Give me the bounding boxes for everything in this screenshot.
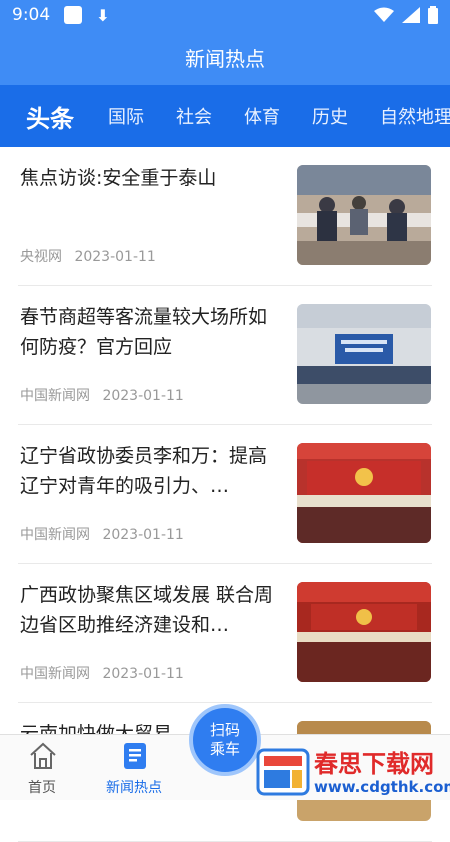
news-date: 2023-01-11 (74, 249, 156, 265)
news-item[interactable]: 辽宁省政协委员李和万：提高辽宁对青年的吸引力、… 中国新闻网 2023-01-1… (18, 425, 432, 564)
nav-news[interactable]: 新闻热点 (94, 735, 174, 801)
news-date: 2023-01-11 (102, 388, 184, 404)
news-thumbnail (297, 443, 431, 543)
watermark-logo-icon (256, 748, 310, 796)
tab-headlines[interactable]: 头条 (26, 99, 74, 134)
page-title: 新闻热点 (185, 47, 265, 71)
status-bar: 9:04 ⬇ (0, 0, 450, 30)
news-title: 广西政协聚焦区域发展 联合周边省区助推经济建设和… (20, 584, 274, 636)
tab-sports[interactable]: 体育 (244, 103, 280, 129)
news-date: 2023-01-11 (102, 666, 184, 682)
news-date: 2023-01-11 (102, 527, 184, 543)
news-meta: 中国新闻网 2023-01-11 (20, 385, 184, 405)
tab-geography[interactable]: 自然地理 (380, 103, 450, 129)
news-thumbnail (297, 165, 431, 265)
tab-international[interactable]: 国际 (108, 103, 144, 129)
scan-button-line1: 扫码 (209, 721, 240, 739)
news-title: 焦点访谈:安全重于泰山 (20, 167, 217, 189)
download-icon: ⬇ (96, 5, 110, 25)
news-source: 央视网 (20, 249, 62, 265)
tab-history[interactable]: 历史 (312, 103, 348, 129)
wifi-icon (374, 7, 394, 22)
watermark: 春思下载网 www.cdgthk.com (256, 742, 450, 800)
news-title: 春节商超等客流量较大场所如何防疫？官方回应 (20, 306, 268, 358)
news-thumbnail (297, 582, 431, 682)
news-meta: 央视网 2023-01-11 (20, 246, 156, 266)
app-header: 新闻热点 (0, 30, 450, 85)
news-meta: 中国新闻网 2023-01-11 (20, 663, 184, 683)
news-item[interactable]: 焦点访谈:安全重于泰山 央视网 2023-01-11 (18, 147, 432, 286)
news-icon (124, 743, 146, 769)
news-title: 辽宁省政协委员李和万：提高辽宁对青年的吸引力、… (20, 445, 268, 497)
news-source: 中国新闻网 (20, 388, 90, 404)
watermark-title: 春思下载网 (314, 750, 434, 778)
news-source: 中国新闻网 (20, 527, 90, 543)
home-icon (30, 742, 56, 769)
battery-icon (428, 6, 438, 24)
news-item[interactable]: 广西政协聚焦区域发展 联合周边省区助推经济建设和… 中国新闻网 2023-01-… (18, 564, 432, 703)
scan-to-ride-button[interactable]: 扫码 乘车 (189, 704, 261, 776)
nav-news-label: 新闻热点 (106, 780, 162, 796)
signal-icon (402, 7, 420, 23)
tab-society[interactable]: 社会 (176, 103, 212, 129)
notification-icon (64, 6, 83, 24)
news-item[interactable]: 春节商超等客流量较大场所如何防疫？官方回应 中国新闻网 2023-01-11 (18, 286, 432, 425)
status-time: 9:04 (12, 5, 51, 25)
scan-button-line2: 乘车 (209, 740, 240, 758)
category-tabs: 头条 国际 社会 体育 历史 自然地理 (0, 85, 450, 147)
watermark-url: www.cdgthk.com (314, 778, 450, 796)
news-thumbnail (297, 304, 431, 404)
nav-home[interactable]: 首页 (2, 735, 82, 801)
news-meta: 中国新闻网 2023-01-11 (20, 524, 184, 544)
news-source: 中国新闻网 (20, 666, 90, 682)
nav-home-label: 首页 (28, 780, 56, 796)
